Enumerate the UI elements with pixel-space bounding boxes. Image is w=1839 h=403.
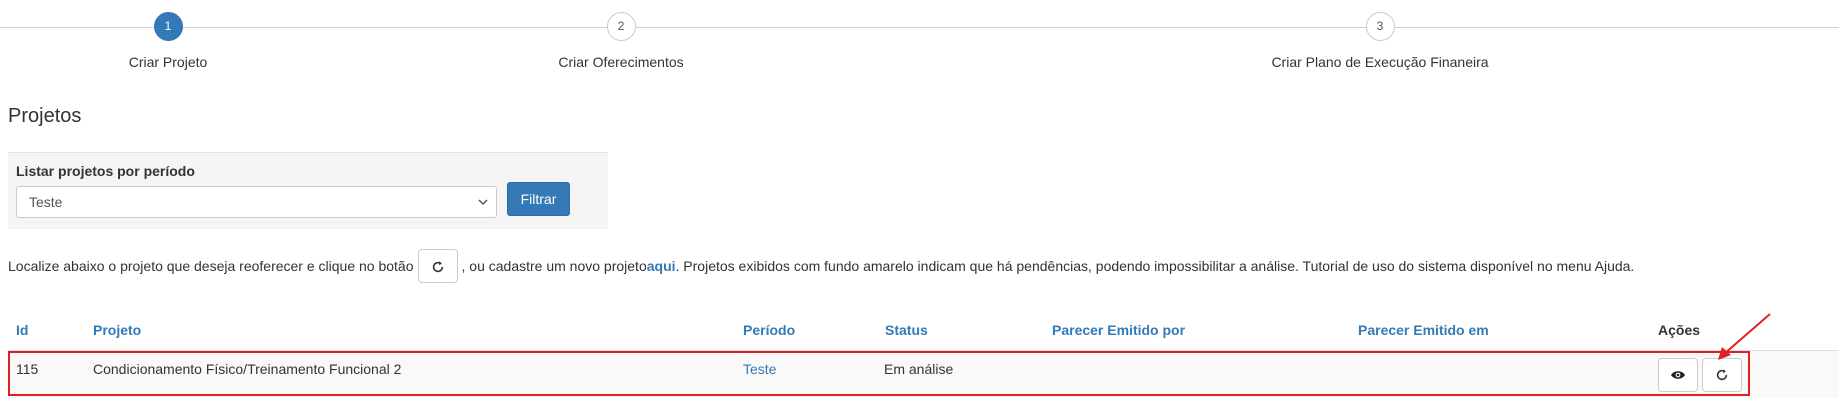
- instruction-middle: , ou cadastre um novo projeto: [461, 258, 647, 274]
- step-label: Criar Plano de Execução Finaneira: [1271, 54, 1489, 70]
- step-number: 3: [1365, 12, 1395, 41]
- filter-panel: Listar projetos por período Teste Filtra…: [8, 152, 608, 229]
- step-number: 1: [153, 12, 183, 41]
- cell-projeto: Condicionamento Físico/Treinamento Funci…: [93, 361, 402, 377]
- header-projeto[interactable]: Projeto: [93, 322, 141, 338]
- eye-icon: [1671, 371, 1685, 379]
- page-title: Projetos: [8, 105, 82, 127]
- refresh-icon: [432, 261, 443, 273]
- chevron-down-icon: [478, 187, 488, 229]
- wizard-step-2[interactable]: 2 Criar Oferecimentos: [471, 12, 771, 70]
- cell-periodo-link[interactable]: Teste: [743, 361, 776, 377]
- period-select[interactable]: Teste: [16, 186, 497, 218]
- step-label: Criar Projeto: [128, 54, 208, 70]
- view-button[interactable]: [1658, 358, 1698, 392]
- header-parecer-por[interactable]: Parecer Emitido por: [1052, 322, 1185, 338]
- period-select-value: Teste: [29, 194, 63, 210]
- cell-status: Em análise: [884, 361, 954, 377]
- cell-id: 115: [16, 361, 39, 377]
- wizard-step-1[interactable]: 1 Criar Projeto: [18, 12, 318, 70]
- filter-button[interactable]: Filtrar: [507, 182, 570, 216]
- register-link[interactable]: aqui: [647, 258, 676, 274]
- header-id[interactable]: Id: [16, 322, 28, 338]
- header-status[interactable]: Status: [885, 322, 928, 338]
- instruction-before: Localize abaixo o projeto que deseja reo…: [8, 258, 414, 274]
- step-number: 2: [606, 12, 636, 41]
- wizard-step-3[interactable]: 3 Criar Plano de Execução Finaneira: [1230, 12, 1530, 70]
- reoffer-button[interactable]: [1702, 358, 1742, 392]
- instruction-after: . Projetos exibidos com fundo amarelo in…: [675, 258, 1635, 274]
- wizard-steps: 1 Criar Projeto 2 Criar Oferecimentos 3 …: [0, 0, 1839, 80]
- instruction-text: Localize abaixo o projeto que deseja reo…: [8, 248, 1634, 284]
- header-parecer-em[interactable]: Parecer Emitido em: [1358, 322, 1489, 338]
- inline-refresh-button: [417, 249, 458, 283]
- header-periodo[interactable]: Período: [743, 322, 795, 338]
- step-label: Criar Oferecimentos: [558, 54, 684, 70]
- header-acoes: Ações: [1658, 322, 1701, 338]
- filter-label: Listar projetos por período: [16, 163, 195, 179]
- refresh-icon: [1716, 369, 1728, 381]
